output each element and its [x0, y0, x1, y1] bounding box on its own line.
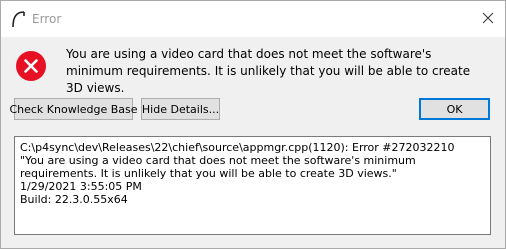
- details-textbox[interactable]: C:\p4sync\dev\Releases\22\chief\source\a…: [14, 136, 491, 235]
- close-icon[interactable]: [479, 9, 497, 27]
- details-timestamp-line: 1/29/2021 3:55:05 PM: [20, 180, 142, 193]
- error-message: You are using a video card that does not…: [66, 47, 471, 95]
- title-bar: Error: [1, 1, 505, 37]
- app-logo-icon: [12, 11, 25, 28]
- error-dialog: Error You are using a video card that do…: [0, 0, 506, 249]
- details-source-line: C:\p4sync\dev\Releases\22\chief\source\a…: [20, 141, 455, 154]
- ok-button[interactable]: OK: [419, 98, 490, 120]
- check-knowledge-base-button[interactable]: Check Knowledge Base: [9, 98, 138, 120]
- details-build-line: Build: 22.3.0.55x64: [20, 193, 128, 206]
- message-area: You are using a video card that does not…: [1, 37, 505, 95]
- details-message-line: "You are using a video card that does no…: [20, 154, 420, 180]
- window-title: Error: [32, 12, 62, 26]
- error-icon: [16, 51, 46, 81]
- hide-details-button[interactable]: Hide Details...: [141, 98, 220, 120]
